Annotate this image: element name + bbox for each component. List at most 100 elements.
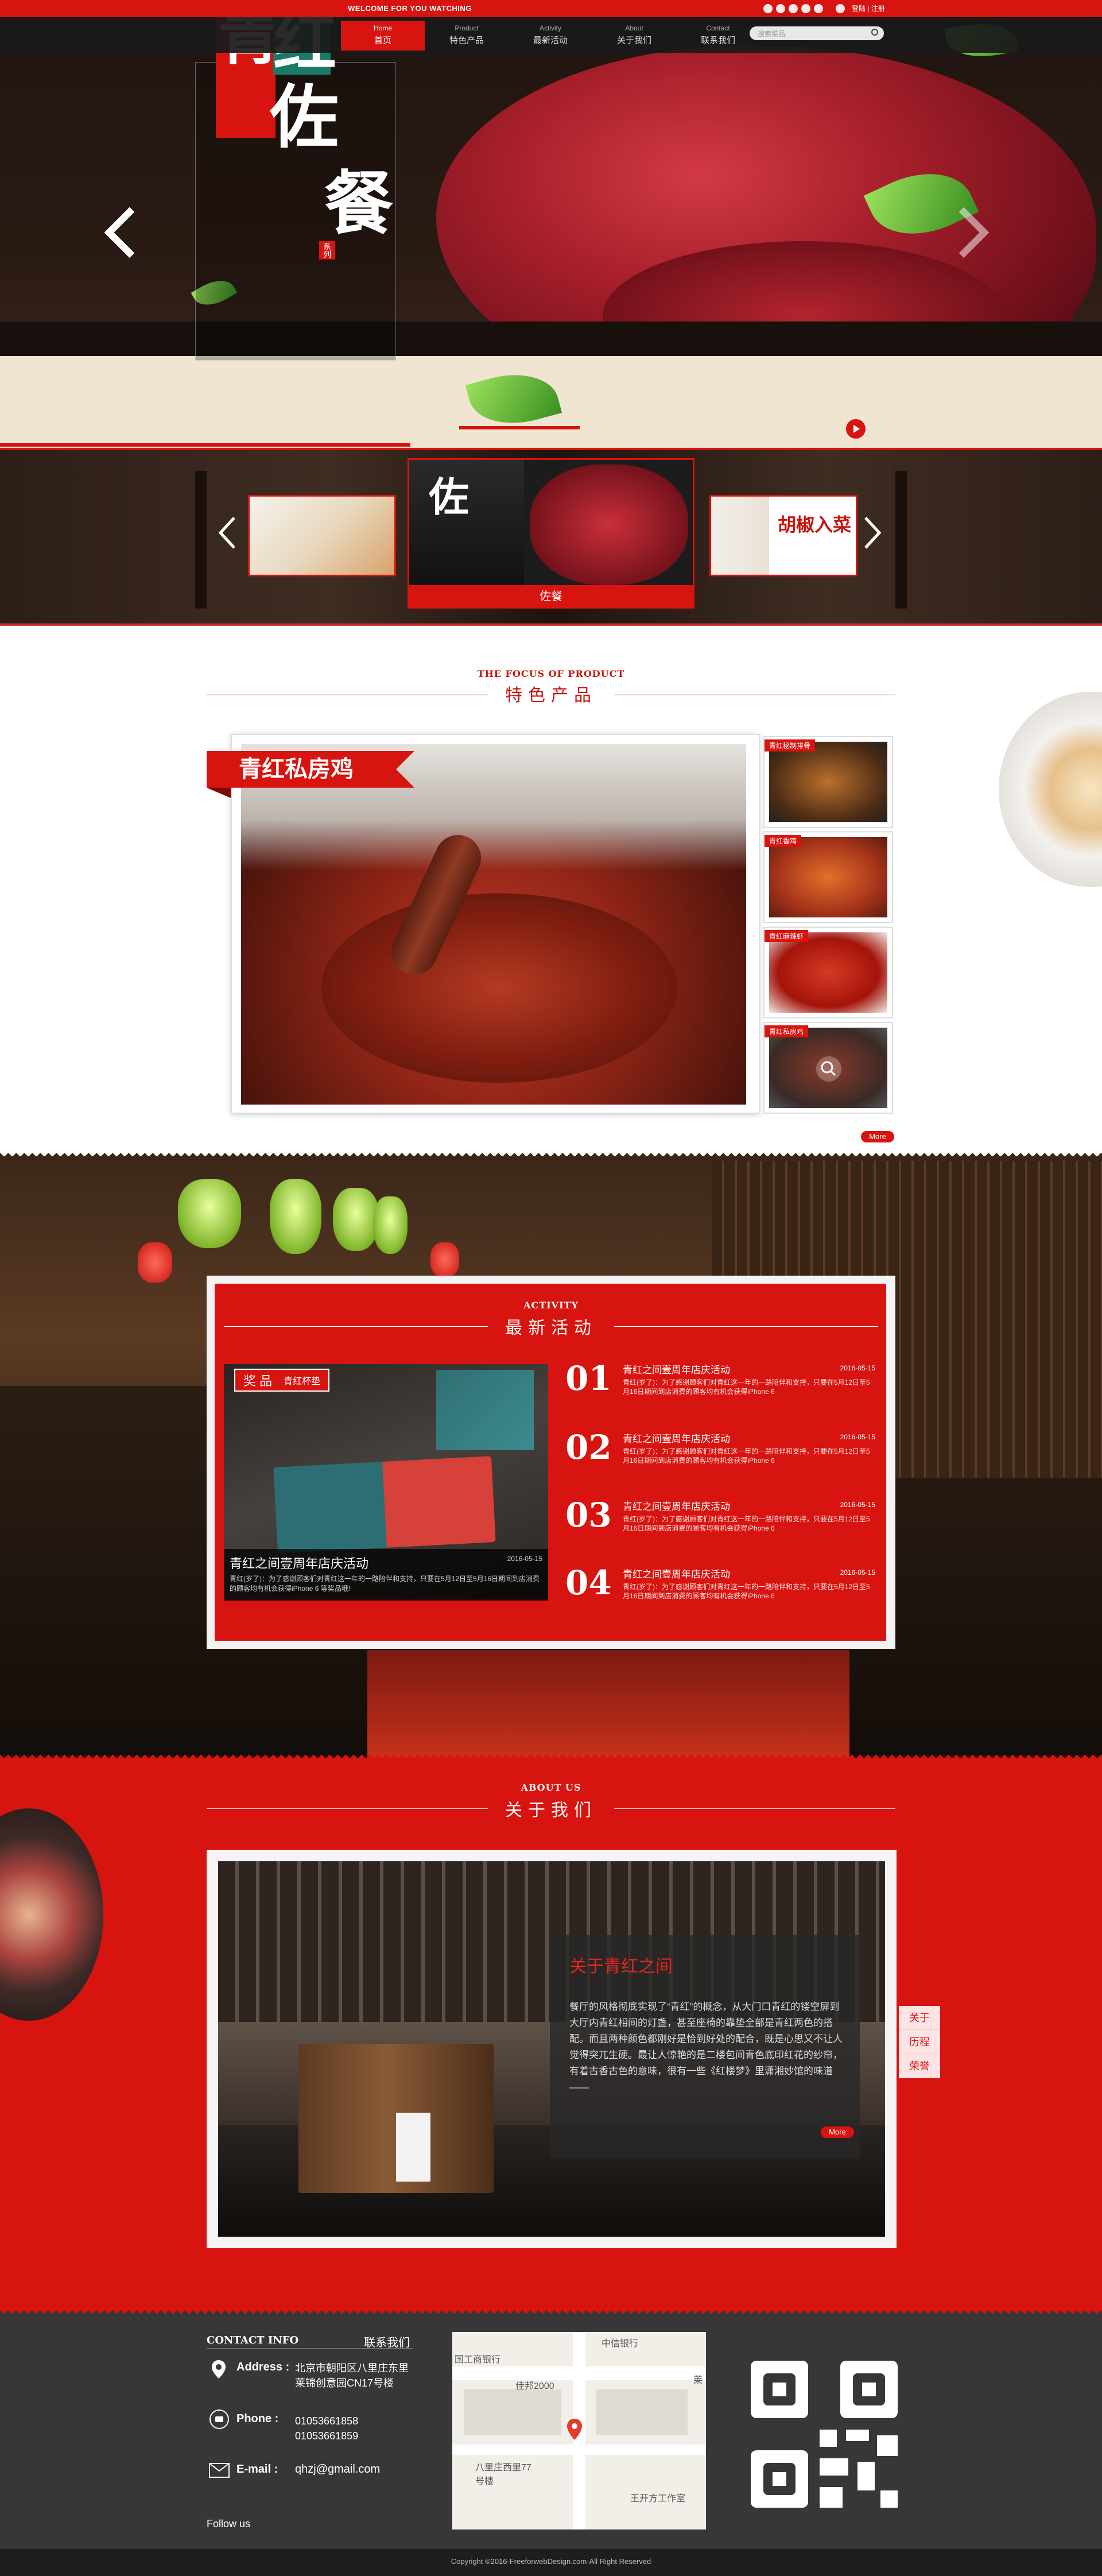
hero-banner: 青 红 佐 餐 系列 [0, 0, 1102, 448]
copyright: Copyright ©2016-FreeforwebDesign.com-All… [451, 2557, 651, 2566]
phone-number[interactable]: 01053661859 [295, 2428, 358, 2443]
side-thumb-label: 青红私房鸡 [765, 1025, 809, 1037]
window-lattice [195, 471, 207, 609]
side-product-thumb[interactable]: 青红麻辣虾 [763, 927, 893, 1018]
follow-us: Follow us [207, 2518, 251, 2529]
side-thumb-label: 青红麻辣虾 [765, 930, 809, 942]
about-tab-history[interactable]: 历程 [899, 2030, 940, 2054]
badge-title: 奖 品 [243, 1374, 273, 1388]
about-more-button[interactable]: More [821, 2126, 854, 2138]
green-lantern [270, 1179, 321, 1254]
footer-divider [207, 2348, 413, 2349]
zigzag-edge [0, 1153, 1102, 1161]
phone-label: Phone : [236, 2412, 279, 2425]
strip-caption: 佐餐 [408, 585, 694, 608]
play-icon[interactable] [846, 419, 866, 439]
product-section-title: 特色产品 [505, 686, 597, 705]
badge-subtitle: 青红杯垫 [284, 1377, 321, 1386]
green-lantern [373, 1196, 408, 1254]
nav-contact[interactable]: Contact 联系我们 [676, 21, 760, 51]
search-input[interactable]: 搜索菜品 [750, 26, 884, 40]
hero-progress-line [0, 443, 410, 447]
about-tab-about[interactable]: 关于 [899, 2006, 940, 2030]
strip-thumb[interactable]: 胡椒入菜 [709, 495, 857, 576]
logo-char: 佐 [429, 473, 469, 521]
about-tabs: 关于 历程 荣誉 [899, 2006, 940, 2078]
activity-desc: 青红(岁了)：为了感谢顾客们对青红这一年的一路陪伴和支持，只要在5月12日至5月… [623, 1515, 870, 1532]
thumb-right-text: 胡椒入菜 [778, 514, 852, 536]
activity-photo-caption: 青红之间壹周年店庆活动 青红(岁了)：为了感谢顾客们对青红这一年的一路陪伴和支持… [224, 1549, 548, 1601]
nav-activity[interactable]: Activity 最新活动 [509, 21, 592, 51]
address-label: Address : [236, 2361, 290, 2373]
activity-title[interactable]: 青红之间壹周年店庆活动 [623, 1362, 730, 1376]
zoom-icon[interactable] [815, 1055, 843, 1083]
map-label: 中信银行 [602, 2339, 639, 2349]
login-register-link[interactable]: 登陆 | 注册 [852, 3, 885, 13]
location-map[interactable]: 中信银行 国工商银行 佳邦2000 八里庄西里77号楼 王开方工作室 莱 [452, 2332, 706, 2529]
email-label: E-mail : [236, 2463, 278, 2476]
wooden-box-image [298, 2044, 494, 2193]
top-red-bar [0, 0, 1102, 17]
side-product-thumb[interactable]: 青红秘制排骨 [763, 736, 893, 828]
address-value: 北京市朝阳区八里庄东里 莱锦创意园CN17号楼 [295, 2361, 409, 2391]
activity-title[interactable]: 青红之间壹周年店庆活动 [623, 1498, 730, 1513]
strip-thumb[interactable] [248, 495, 396, 576]
strip-next-icon[interactable] [861, 516, 884, 550]
activity-number: 02 [565, 1428, 612, 1467]
weibo-icon[interactable] [763, 3, 773, 13]
activity-item[interactable]: 02 青红之间壹周年店庆活动 2016-05-15 青红(岁了)：为了感谢顾客们… [565, 1430, 875, 1487]
map-label: 莱 [693, 2376, 703, 2385]
photo-caption-desc: 青红(岁了)：为了感谢顾客们对青红这一年的一路陪伴和支持，只要在5月12日至5月… [230, 1575, 540, 1593]
phone-number[interactable]: 01053661858 [295, 2414, 358, 2428]
activity-section-en: ACTIVITY [523, 1300, 579, 1311]
email-value[interactable]: qhzj@gmail.com [295, 2463, 380, 2476]
window-lattice [895, 471, 907, 609]
phone-values: 01053661858 01053661859 [295, 2414, 358, 2443]
product-section-en: THE FOCUS OF PRODUCT [477, 668, 625, 679]
photo-caption-date: 2016-05-15 [507, 1555, 542, 1563]
user-icon [836, 3, 845, 13]
products-more-button[interactable]: More [861, 1131, 894, 1142]
red-lantern [138, 1242, 172, 1283]
prize-badge: 奖 品 青红杯垫 [234, 1369, 330, 1392]
photo-caption-title: 青红之间壹周年店庆活动 [230, 1556, 369, 1571]
top-header: WELCOME FOR YOU WATCHING 登陆 | 注册 Home 首页 … [0, 0, 1102, 53]
wechat-icon[interactable] [776, 3, 785, 13]
about-tab-honor[interactable]: 荣誉 [899, 2054, 940, 2078]
renren-icon[interactable] [814, 3, 823, 13]
featured-product-image[interactable] [241, 744, 746, 1105]
welcome-text: WELCOME FOR YOU WATCHING [348, 4, 472, 13]
douban-icon[interactable] [801, 3, 810, 13]
map-block [596, 2389, 688, 2435]
location-pin-icon [212, 2360, 226, 2379]
map-road [452, 2445, 706, 2455]
activity-title[interactable]: 青红之间壹周年店庆活动 [623, 1431, 730, 1445]
thumb-beef [530, 464, 688, 585]
social-icons: 登陆 | 注册 [763, 3, 885, 13]
activity-item[interactable]: 01 青红之间壹周年店庆活动 2016-05-15 青红(岁了)：为了感谢顾客们… [565, 1361, 875, 1418]
map-label: 国工商银行 [455, 2355, 501, 2365]
map-label: 王开方工作室 [630, 2494, 686, 2504]
activity-title[interactable]: 青红之间壹周年店庆活动 [623, 1566, 730, 1581]
nav-home[interactable]: Home 首页 [341, 21, 425, 51]
prev-arrow-icon[interactable] [103, 207, 138, 258]
side-product-thumb[interactable]: 青红私房鸡 [763, 1022, 893, 1114]
strip-top-border [0, 448, 1102, 450]
side-product-thumb[interactable]: 青红香鸡 [763, 831, 893, 923]
next-arrow-icon[interactable] [956, 207, 990, 258]
activity-item[interactable]: 04 青红之间壹周年店庆活动 2016-05-15 青红(岁了)：为了感谢顾客们… [565, 1565, 875, 1622]
about-section-en: ABOUT US [521, 1782, 581, 1793]
search-icon[interactable] [871, 29, 878, 36]
contact-title-cn: 联系我们 [364, 2337, 410, 2349]
featured-product-tag: 青红私房鸡 [207, 751, 414, 798]
activity-section-title: 最新活动 [505, 1319, 597, 1338]
nav-product[interactable]: Product 特色产品 [425, 21, 509, 51]
strip-prev-icon[interactable] [216, 516, 239, 550]
nav-about[interactable]: About 关于我们 [592, 21, 676, 51]
logo-seal: 系列 [319, 241, 335, 259]
activity-date: 2016-05-15 [840, 1501, 875, 1509]
email-icon [209, 2463, 230, 2478]
side-thumb-label: 青红香鸡 [765, 835, 802, 847]
activity-item[interactable]: 03 青红之间壹周年店庆活动 2016-05-15 青红(岁了)：为了感谢顾客们… [565, 1497, 875, 1555]
qq-icon[interactable] [789, 3, 798, 13]
